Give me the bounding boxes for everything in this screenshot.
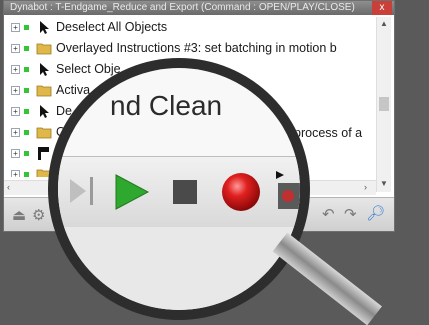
redo-icon[interactable]: ↷ xyxy=(344,205,357,223)
expand-icon[interactable]: + xyxy=(11,65,20,74)
folder-icon xyxy=(36,85,52,97)
scroll-up-icon[interactable]: ▲ xyxy=(380,19,388,28)
eject-icon[interactable]: ⏏ xyxy=(12,206,26,224)
tree-item[interactable]: + Deselect All Objects xyxy=(4,17,376,38)
status-dot-icon xyxy=(24,67,29,72)
undo-icon[interactable]: ↶ xyxy=(322,205,335,223)
step-forward-icon[interactable] xyxy=(66,173,100,209)
tree-item-label: Overlayed Instructions #3: set batching … xyxy=(56,41,337,55)
expand-icon[interactable]: + xyxy=(11,44,20,53)
status-dot-icon xyxy=(24,46,29,51)
scroll-thumb[interactable] xyxy=(379,97,389,111)
cursor-icon xyxy=(40,21,49,34)
tree-item-label: Deselect All Objects xyxy=(56,20,168,34)
status-dot-icon xyxy=(24,88,29,93)
scroll-right-icon[interactable]: › xyxy=(364,182,367,192)
folder-icon xyxy=(36,127,52,139)
tree-item[interactable]: + Overlayed Instructions #3: set batchin… xyxy=(4,38,376,59)
status-dot-icon xyxy=(24,130,29,135)
status-dot-icon xyxy=(24,25,29,30)
tools-icon[interactable]: ⚙ xyxy=(32,206,45,224)
status-dot-icon xyxy=(24,172,29,177)
magnified-toolbar xyxy=(58,156,300,228)
status-dot-icon xyxy=(24,109,29,114)
play-icon[interactable] xyxy=(110,171,152,213)
magnified-view: nd Clean xyxy=(58,68,300,310)
cursor-icon xyxy=(40,105,49,118)
expand-icon[interactable]: + xyxy=(11,170,20,177)
expand-icon[interactable]: + xyxy=(11,86,20,95)
magnified-background xyxy=(58,227,300,310)
tree-item-label-partial: process of a xyxy=(294,126,363,140)
status-dot-icon xyxy=(24,151,29,156)
stop-icon[interactable] xyxy=(170,177,200,207)
zoom-icon[interactable]: 🔎︎ xyxy=(366,204,385,222)
record-icon[interactable] xyxy=(218,169,264,215)
window-title: Dynabot : T-Endgame_Reduce and Export (C… xyxy=(10,2,355,13)
magnified-text: nd Clean xyxy=(110,90,223,121)
scroll-down-icon[interactable]: ▼ xyxy=(380,179,388,188)
title-bar[interactable]: Dynabot : T-Endgame_Reduce and Export (C… xyxy=(4,1,394,15)
scroll-left-icon[interactable]: ‹ xyxy=(7,182,10,192)
camera-icon[interactable] xyxy=(274,167,300,213)
folder-icon xyxy=(36,43,52,55)
expand-icon[interactable]: + xyxy=(11,23,20,32)
flag-icon xyxy=(38,147,49,160)
expand-icon[interactable]: + xyxy=(11,149,20,158)
close-button[interactable]: x xyxy=(372,1,392,15)
magnifier-lens: nd Clean xyxy=(48,58,310,320)
cursor-icon xyxy=(40,63,49,76)
expand-icon[interactable]: + xyxy=(11,128,20,137)
vertical-scrollbar[interactable]: ▲ ▼ xyxy=(376,17,391,192)
expand-icon[interactable]: + xyxy=(11,107,20,116)
